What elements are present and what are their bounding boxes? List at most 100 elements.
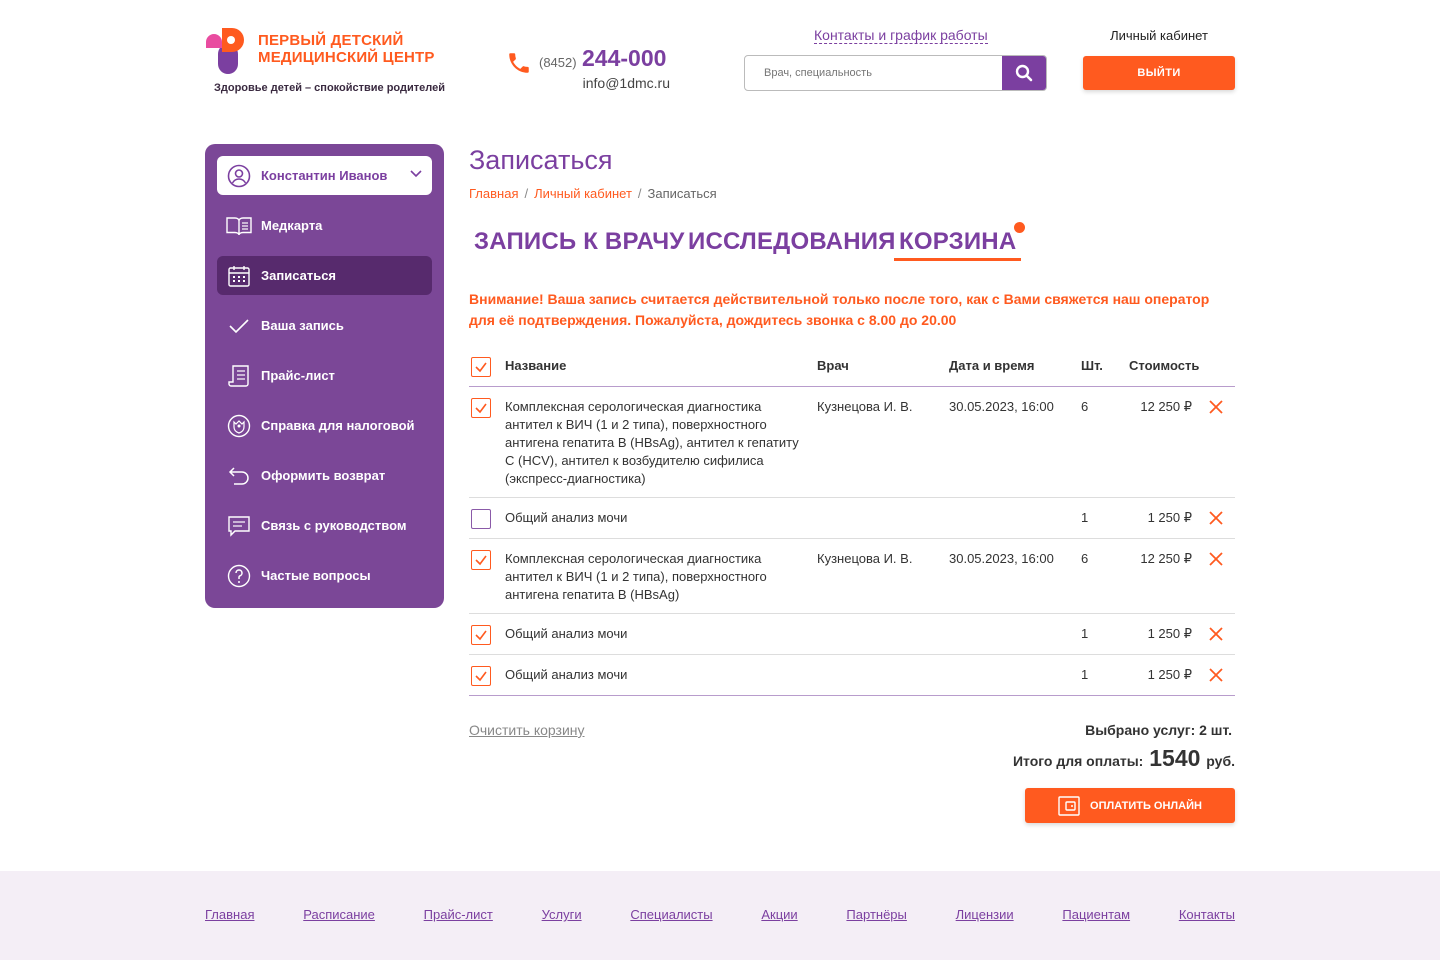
- emblem-icon: [226, 413, 252, 439]
- calendar-icon: [226, 263, 252, 289]
- column-header-qty: Шт.: [1081, 358, 1103, 373]
- check-icon: [475, 403, 487, 414]
- close-icon[interactable]: [1208, 626, 1224, 642]
- select-all-checkbox[interactable]: [471, 357, 491, 377]
- cart-table: Название Врач Дата и время Шт. Стоимость…: [469, 348, 1235, 696]
- email-link[interactable]: info@1dmc.ru: [583, 75, 670, 91]
- footer-nav: Главная Расписание Прайс-лист Услуги Спе…: [205, 907, 1235, 922]
- price: 1 250 ₽: [1147, 510, 1192, 525]
- footer-link-home[interactable]: Главная: [205, 907, 254, 922]
- sidebar-item-medcard[interactable]: Медкарта: [217, 206, 432, 245]
- page-title: Записаться: [469, 145, 613, 175]
- sidebar-item-label: Прайс-лист: [261, 368, 335, 383]
- clear-cart-link[interactable]: Очистить корзину: [469, 722, 585, 738]
- search-button[interactable]: [1002, 56, 1046, 90]
- tab-doctor-appointment[interactable]: ЗАПИСЬ К ВРАЧУ: [474, 228, 684, 256]
- pay-online-button[interactable]: ОПЛАТИТЬ ОНЛАЙН: [1025, 788, 1235, 823]
- quantity: 1: [1081, 626, 1089, 641]
- datetime: 30.05.2023, 16:00: [949, 399, 1054, 414]
- footer-link-specialists[interactable]: Специалисты: [630, 907, 712, 922]
- footer-link-contacts[interactable]: Контакты: [1179, 907, 1235, 922]
- sidebar-item-label: Записаться: [261, 268, 337, 283]
- price: 1 250 ₽: [1147, 667, 1192, 682]
- sidebar-item-label: Оформить возврат: [261, 468, 386, 483]
- message-icon: [226, 513, 252, 539]
- contacts-link[interactable]: Контакты и график работы: [814, 27, 988, 44]
- sidebar-item-pricelist[interactable]: Прайс-лист: [217, 356, 432, 395]
- breadcrumb-home[interactable]: Главная: [469, 186, 518, 201]
- close-icon[interactable]: [1208, 399, 1224, 415]
- contact-block: (8452) 244-000 info@1dmc.ru: [506, 44, 676, 96]
- search-input[interactable]: [745, 56, 1003, 90]
- close-icon[interactable]: [1208, 510, 1224, 526]
- footer-link-promotions[interactable]: Акции: [761, 907, 797, 922]
- sidebar-item-label: Медкарта: [261, 218, 323, 233]
- sidebar-item-faq[interactable]: Частые вопросы: [217, 556, 432, 595]
- footer-link-schedule[interactable]: Расписание: [303, 907, 375, 922]
- wallet-icon: [1058, 795, 1080, 816]
- pay-online-label: ОПЛАТИТЬ ОНЛАЙН: [1090, 799, 1202, 812]
- logo-tagline: Здоровье детей – спокойствие родителей: [214, 82, 445, 94]
- price: 1 250 ₽: [1147, 626, 1192, 641]
- tab-cart[interactable]: КОРЗИНА: [894, 222, 1026, 261]
- user-dropdown[interactable]: Константин Иванов: [217, 156, 432, 195]
- row-checkbox[interactable]: [471, 550, 491, 570]
- sidebar-item-tax-certificate[interactable]: Справка для налоговой: [217, 406, 432, 445]
- breadcrumb-cabinet[interactable]: Личный кабинет: [534, 186, 632, 201]
- column-header-name: Название: [505, 358, 567, 373]
- breadcrumb-current: Записаться: [647, 186, 717, 201]
- quantity: 1: [1081, 510, 1089, 525]
- quantity: 1: [1081, 667, 1089, 682]
- logo-mark-icon: [206, 28, 244, 74]
- footer-link-services[interactable]: Услуги: [542, 907, 582, 922]
- tab-studies[interactable]: ИССЛЕДОВАНИЯ: [688, 228, 896, 256]
- column-header-price: Стоимость: [1129, 358, 1200, 373]
- column-header-datetime: Дата и время: [949, 358, 1035, 373]
- logout-button[interactable]: ВЫЙТИ: [1083, 56, 1235, 90]
- total-currency: руб.: [1206, 753, 1235, 769]
- sidebar: Константин Иванов Медкарта Записаться Ва…: [205, 144, 444, 608]
- row-checkbox[interactable]: [471, 666, 491, 686]
- tab-cart-label: КОРЗИНА: [899, 228, 1017, 255]
- sidebar-menu: Медкарта Записаться Ваша запись Прайс-ли…: [217, 206, 432, 606]
- quantity: 6: [1081, 551, 1089, 566]
- sidebar-item-contact-management[interactable]: Связь с руководством: [217, 506, 432, 545]
- sidebar-item-label: Справка для налоговой: [261, 418, 415, 433]
- doctor-name: Кузнецова И. В.: [817, 399, 913, 414]
- chevron-down-icon: [410, 170, 422, 178]
- row-checkbox[interactable]: [471, 398, 491, 418]
- sidebar-item-book[interactable]: Записаться: [217, 256, 432, 295]
- sidebar-item-my-booking[interactable]: Ваша запись: [217, 306, 432, 345]
- doctor-name: Кузнецова И. В.: [817, 551, 913, 566]
- sidebar-item-refund[interactable]: Оформить возврат: [217, 456, 432, 495]
- receipt-icon: [226, 363, 252, 389]
- close-icon[interactable]: [1208, 551, 1224, 567]
- check-icon: [475, 671, 487, 682]
- breadcrumb-separator: /: [524, 186, 529, 201]
- table-header: Название Врач Дата и время Шт. Стоимость: [469, 348, 1235, 387]
- price: 12 250 ₽: [1140, 551, 1192, 566]
- footer-link-pricelist[interactable]: Прайс-лист: [424, 907, 493, 922]
- footer-link-licenses[interactable]: Лицензии: [956, 907, 1014, 922]
- user-name: Константин Иванов: [261, 168, 388, 183]
- notice-text: Внимание! Ваша запись считается действит…: [469, 291, 1210, 328]
- logo-title: ПЕРВЫЙ ДЕТСКИЙ МЕДИЦИНСКИЙ ЦЕНТР: [258, 32, 435, 66]
- service-name: Общий анализ мочи: [505, 626, 628, 641]
- row-checkbox[interactable]: [471, 509, 491, 529]
- table-row: Комплексная серологическая диагностика а…: [469, 387, 1235, 498]
- check-icon: [475, 630, 487, 641]
- check-icon: [475, 555, 487, 566]
- logo[interactable]: ПЕРВЫЙ ДЕТСКИЙ МЕДИЦИНСКИЙ ЦЕНТР Здоровь…: [206, 24, 446, 98]
- total-amount: 1540: [1149, 745, 1201, 771]
- checkmark-icon: [226, 313, 252, 339]
- selected-count: Выбрано услуг: 2 шт.: [1085, 722, 1232, 738]
- row-checkbox[interactable]: [471, 625, 491, 645]
- phone-number[interactable]: 244-000: [582, 45, 666, 72]
- table-row: Общий анализ мочи 1 1 250 ₽: [469, 614, 1235, 655]
- close-icon[interactable]: [1208, 667, 1224, 683]
- total-label: Итого для оплаты:: [1012, 753, 1144, 769]
- footer-link-patients[interactable]: Пациентам: [1062, 907, 1130, 922]
- footer-link-partners[interactable]: Партнёры: [846, 907, 906, 922]
- table-row: Общий анализ мочи 1 1 250 ₽: [469, 498, 1235, 539]
- quantity: 6: [1081, 399, 1089, 414]
